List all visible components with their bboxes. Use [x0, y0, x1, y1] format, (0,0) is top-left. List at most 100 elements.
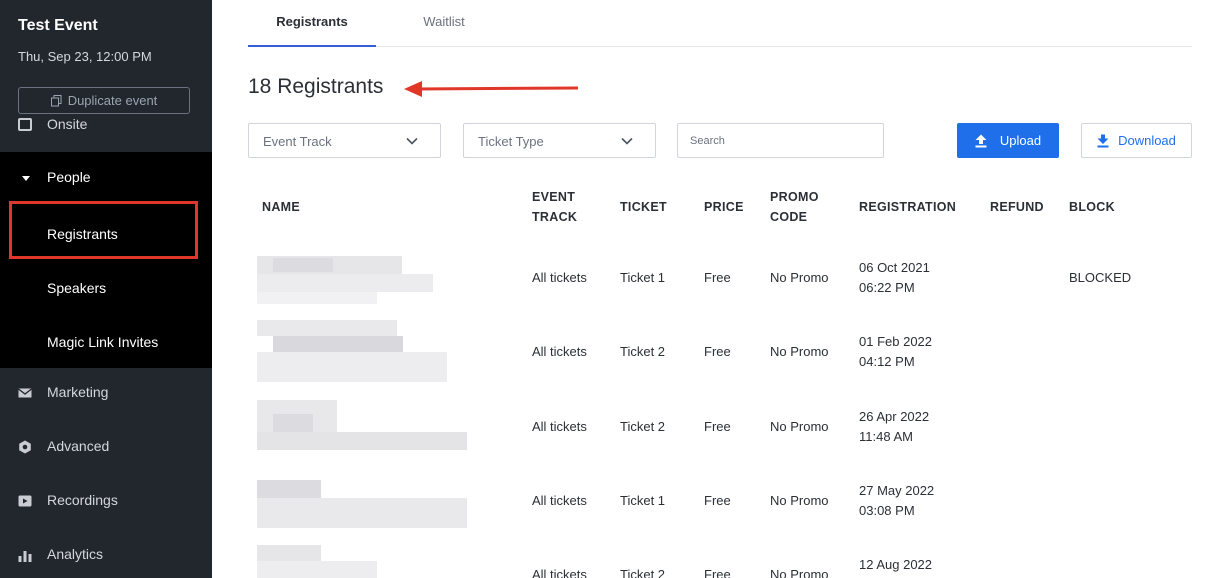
sidebar-item-magic-link-invites[interactable]: Magic Link Invites — [0, 314, 212, 368]
tab-registrants[interactable]: Registrants — [248, 14, 376, 47]
registration-date: 27 May 2022 — [859, 483, 935, 498]
registration-date: 26 Apr 2022 — [859, 409, 930, 424]
registration-date: 12 Aug 2022 — [859, 557, 933, 572]
tab-waitlist[interactable]: Waitlist — [394, 14, 494, 29]
ticket-cell: Ticket 1 — [620, 493, 666, 508]
price-cell: Free — [704, 270, 731, 285]
promo-cell: No Promo — [770, 419, 829, 434]
event-track-select[interactable]: Event Track — [248, 123, 441, 158]
price-cell: Free — [704, 344, 731, 359]
ticket-cell: Ticket 2 — [620, 419, 666, 434]
sidebar-item-label: Marketing — [47, 384, 109, 400]
ticket-cell: Ticket 2 — [620, 344, 666, 359]
main-content: Registrants Waitlist 18 Registrants Even… — [212, 0, 1220, 578]
header-block[interactable]: BLOCK — [1069, 197, 1115, 217]
header-price[interactable]: PRICE — [704, 197, 744, 217]
event-track-select-value: Event Track — [263, 134, 332, 149]
people-section: People Registrants Speakers Magic Link I… — [0, 152, 212, 368]
upload-button[interactable]: Upload — [957, 123, 1059, 158]
sidebar-item-marketing[interactable]: Marketing — [0, 366, 212, 420]
registration-cell: 01 Feb 2022 04:12 PM — [859, 332, 932, 372]
ticket-cell: Ticket 2 — [620, 567, 666, 578]
sidebar: Test Event Thu, Sep 23, 12:00 PM Onsite … — [0, 0, 212, 578]
registration-cell: 26 Apr 2022 11:48 AM — [859, 407, 929, 447]
sidebar-item-speakers[interactable]: Speakers — [0, 260, 212, 314]
promo-cell: No Promo — [770, 493, 829, 508]
event-title: Test Event — [18, 17, 98, 34]
event-track-cell: All tickets — [532, 419, 587, 434]
duplicate-event-button[interactable]: Duplicate event — [18, 87, 190, 114]
search-input[interactable] — [677, 123, 884, 158]
download-icon — [1097, 134, 1109, 147]
duplicate-event-label: Duplicate event — [67, 93, 158, 108]
header-promo-code-line1: PROMO — [770, 190, 819, 204]
name-cell-redacted — [248, 545, 478, 578]
registration-cell: 27 May 2022 03:08 PM — [859, 481, 934, 521]
onsite-icon — [18, 118, 32, 131]
tab-bar: Registrants Waitlist — [248, 0, 1192, 47]
upload-label: Upload — [999, 133, 1042, 148]
sidebar-item-advanced[interactable]: Advanced — [0, 420, 212, 474]
header-promo-code-line2: CODE — [770, 210, 808, 224]
copy-icon — [50, 94, 62, 106]
price-cell: Free — [704, 567, 731, 578]
ticket-cell: Ticket 1 — [620, 270, 666, 285]
download-label: Download — [1118, 133, 1176, 148]
sidebar-item-label: Analytics — [47, 546, 104, 562]
sidebar-item-label: Recordings — [47, 492, 118, 508]
price-cell: Free — [704, 493, 731, 508]
sidebar-item-label: Onsite — [47, 116, 88, 132]
sidebar-item-label: People — [47, 169, 91, 185]
chevron-down-icon — [406, 137, 418, 145]
ticket-type-select-value: Ticket Type — [478, 134, 544, 149]
registration-time: 04:12 PM — [859, 354, 915, 369]
download-button[interactable]: Download — [1081, 123, 1192, 158]
sidebar-item-label: Advanced — [47, 438, 110, 454]
header-event-track-line1: EVENT — [532, 190, 576, 204]
page-title: 18 Registrants — [248, 75, 384, 98]
upload-icon — [975, 134, 987, 147]
hexagon-gear-icon — [19, 440, 31, 454]
sidebar-item-recordings[interactable]: Recordings — [0, 474, 212, 528]
header-event-track-line2: TRACK — [532, 210, 578, 224]
promo-cell: No Promo — [770, 270, 829, 285]
header-refund[interactable]: REFUND — [990, 197, 1044, 217]
envelope-icon — [18, 388, 32, 398]
name-cell-redacted — [248, 480, 478, 532]
event-date: Thu, Sep 23, 12:00 PM — [18, 49, 152, 64]
event-track-cell: All tickets — [532, 567, 587, 578]
promo-cell: No Promo — [770, 567, 829, 578]
price-cell: Free — [704, 419, 731, 434]
promo-cell: No Promo — [770, 344, 829, 359]
header-name[interactable]: NAME — [262, 197, 300, 217]
header-event-track[interactable]: EVENT TRACK — [532, 187, 577, 227]
registration-time: 11:48 AM — [859, 429, 913, 444]
event-track-cell: All tickets — [532, 344, 587, 359]
video-icon — [18, 495, 32, 507]
sidebar-item-people[interactable]: People — [0, 152, 212, 206]
registration-time: 06:22 PM — [859, 280, 915, 295]
sidebar-item-onsite[interactable]: Onsite — [0, 112, 212, 134]
header-ticket[interactable]: TICKET — [620, 197, 667, 217]
registration-date: 06 Oct 2021 — [859, 260, 930, 275]
registration-cell: 06 Oct 2021 06:22 PM — [859, 258, 930, 298]
annotation-highlight-box — [9, 201, 198, 259]
name-cell-redacted — [248, 400, 478, 452]
header-promo-code[interactable]: PROMO CODE — [770, 187, 819, 227]
sidebar-item-label: Magic Link Invites — [47, 334, 159, 350]
event-track-cell: All tickets — [532, 493, 587, 508]
header-registration[interactable]: REGISTRATION — [859, 197, 956, 217]
registration-cell: 12 Aug 2022 — [859, 555, 932, 575]
sidebar-item-analytics[interactable]: Analytics — [0, 528, 212, 578]
registration-date: 01 Feb 2022 — [859, 334, 933, 349]
caret-down-icon — [22, 176, 30, 181]
name-cell-redacted — [248, 256, 478, 308]
sidebar-item-label: Speakers — [47, 280, 107, 296]
chevron-down-icon — [621, 137, 633, 145]
ticket-type-select[interactable]: Ticket Type — [463, 123, 656, 158]
registration-time: 03:08 PM — [859, 503, 915, 518]
block-status: BLOCKED — [1069, 270, 1132, 285]
annotation-arrow-icon — [404, 81, 579, 97]
name-cell-redacted — [248, 320, 478, 382]
bar-chart-icon — [18, 551, 32, 562]
